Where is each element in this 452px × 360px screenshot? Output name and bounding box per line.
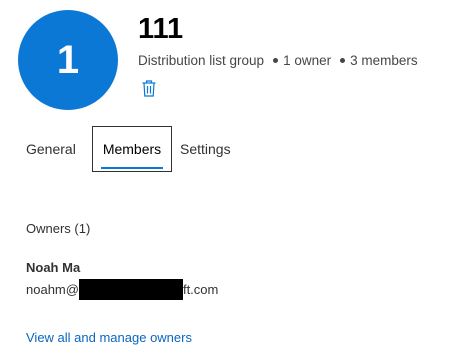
tab-bar: General Members Settings <box>18 126 252 172</box>
group-type: Distribution list group <box>138 53 265 68</box>
group-avatar: 1 <box>18 10 118 110</box>
dot-separator-icon <box>340 57 346 63</box>
delete-group-button[interactable] <box>140 78 158 98</box>
redaction-bar <box>78 279 183 300</box>
owner-email-prefix: noahm@ <box>26 282 79 297</box>
members-count: 3 members <box>350 53 418 68</box>
tab-members[interactable]: Members <box>92 126 172 172</box>
owners-count: 1 owner <box>283 53 332 68</box>
owner-name: Noah Ma <box>26 260 81 275</box>
tab-settings[interactable]: Settings <box>172 126 252 172</box>
owner-email-suffix: ft.com <box>182 282 219 297</box>
group-title: 111 <box>138 13 184 45</box>
avatar-initial: 1 <box>56 37 80 82</box>
trash-icon <box>142 79 156 97</box>
tab-general[interactable]: General <box>18 126 92 172</box>
group-meta: Distribution list group 1 owner 3 members <box>138 52 418 70</box>
manage-owners-link[interactable]: View all and manage owners <box>26 330 192 345</box>
owners-heading: Owners (1) <box>26 221 91 236</box>
dot-separator-icon <box>273 57 279 63</box>
owner-email: noahm@ ft.com <box>26 279 218 300</box>
